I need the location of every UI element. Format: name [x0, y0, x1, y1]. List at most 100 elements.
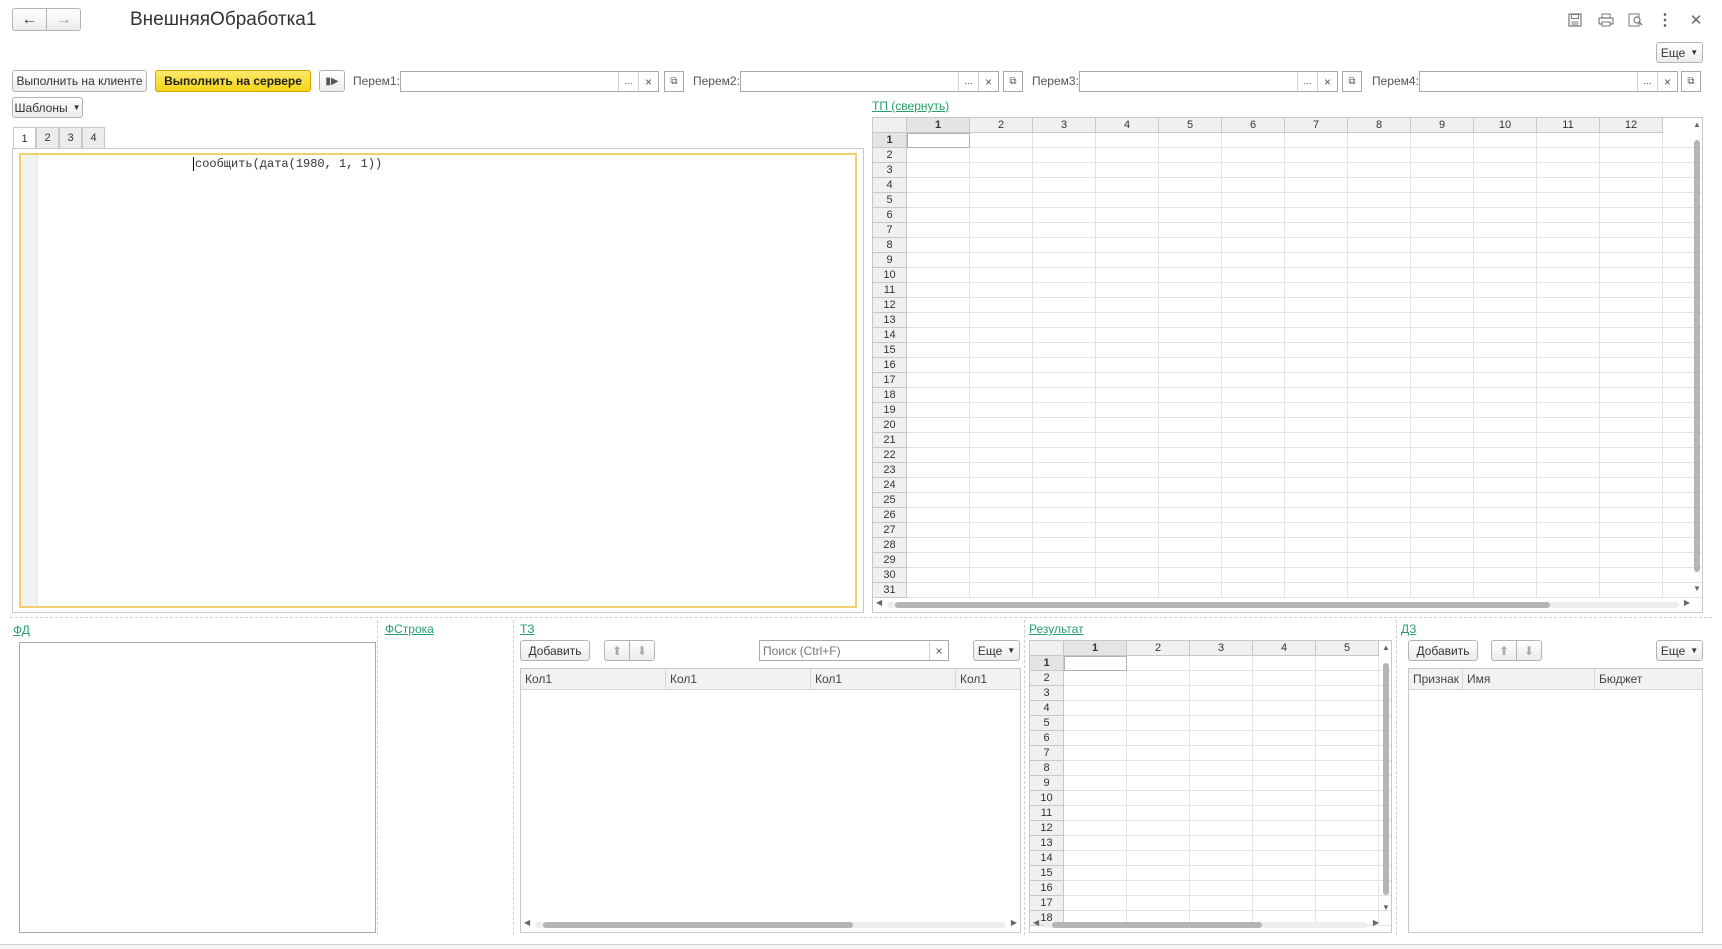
- grid-row-header[interactable]: 8: [873, 238, 907, 253]
- tz-col-header[interactable]: Кол1: [666, 669, 811, 689]
- var4-field[interactable]: ... ×: [1419, 71, 1678, 92]
- grid-row-header[interactable]: 9: [873, 253, 907, 268]
- run-step-button[interactable]: ▮▶: [319, 70, 345, 92]
- var2-input[interactable]: [741, 72, 958, 91]
- dz-col-header[interactable]: Признак: [1409, 669, 1463, 689]
- scroll-down-icon[interactable]: ▼: [1693, 584, 1701, 593]
- tp-hscroll-thumb[interactable]: [895, 602, 1550, 608]
- grid-row-header[interactable]: 21: [873, 433, 907, 448]
- grid-row-header[interactable]: 16: [1030, 881, 1064, 896]
- grid-row-header[interactable]: 3: [1030, 686, 1064, 701]
- tz-move-up-button[interactable]: ⬆: [604, 640, 630, 661]
- grid-col-header[interactable]: 2: [1127, 641, 1190, 656]
- grid-row-header[interactable]: 13: [1030, 836, 1064, 851]
- active-cell[interactable]: [907, 133, 970, 148]
- grid-col-header[interactable]: 3: [1033, 118, 1096, 133]
- scroll-down-icon[interactable]: ▼: [1382, 903, 1390, 912]
- grid-row-header[interactable]: 22: [873, 448, 907, 463]
- var4-select-button[interactable]: ...: [1637, 72, 1657, 91]
- fd-link[interactable]: ФД: [13, 623, 30, 637]
- tp-collapse-link[interactable]: ТП (свернуть): [872, 99, 949, 113]
- grid-col-header[interactable]: 5: [1159, 118, 1222, 133]
- dz-col-header[interactable]: Имя: [1463, 669, 1595, 689]
- var2-clear-button[interactable]: ×: [978, 72, 998, 91]
- forward-button[interactable]: →: [46, 8, 81, 31]
- tz-link[interactable]: ТЗ: [520, 622, 534, 636]
- grid-col-header[interactable]: 2: [970, 118, 1033, 133]
- dz-more-button[interactable]: Еще ▼: [1656, 640, 1703, 661]
- grid-row-header[interactable]: 5: [1030, 716, 1064, 731]
- grid-row-header[interactable]: 15: [873, 343, 907, 358]
- grid-row-header[interactable]: 17: [1030, 896, 1064, 911]
- dz-col-header[interactable]: Бюджет: [1595, 669, 1702, 689]
- grid-row-header[interactable]: 1: [1030, 656, 1064, 671]
- var2-field[interactable]: ... ×: [740, 71, 999, 92]
- scroll-right-icon[interactable]: ▶: [1684, 598, 1690, 607]
- window-more-button[interactable]: Еще ▼: [1656, 42, 1703, 63]
- grid-row-header[interactable]: 14: [1030, 851, 1064, 866]
- tp-hscroll[interactable]: ◀ ▶: [873, 598, 1693, 610]
- var1-field[interactable]: ... ×: [400, 71, 659, 92]
- grid-col-header[interactable]: 10: [1474, 118, 1537, 133]
- tz-more-button[interactable]: Еще ▼: [973, 640, 1020, 661]
- grid-row-header[interactable]: 25: [873, 493, 907, 508]
- tz-col-header[interactable]: Кол1: [956, 669, 1020, 689]
- grid-row-header[interactable]: 6: [1030, 731, 1064, 746]
- scroll-up-icon[interactable]: ▲: [1382, 643, 1390, 652]
- tz-add-button[interactable]: Добавить: [520, 640, 590, 661]
- grid-row-header[interactable]: 7: [873, 223, 907, 238]
- grid-row-header[interactable]: 2: [873, 148, 907, 163]
- grid-col-header[interactable]: 8: [1348, 118, 1411, 133]
- tab-3[interactable]: 3: [59, 127, 82, 148]
- grid-row-header[interactable]: 11: [873, 283, 907, 298]
- active-cell[interactable]: [1064, 656, 1127, 671]
- scroll-left-icon[interactable]: ◀: [1033, 918, 1039, 927]
- save-icon[interactable]: [1564, 9, 1586, 31]
- grid-row-header[interactable]: 6: [873, 208, 907, 223]
- grid-row-header[interactable]: 20: [873, 418, 907, 433]
- var1-input[interactable]: [401, 72, 618, 91]
- tab-2[interactable]: 2: [36, 127, 59, 148]
- tp-vscroll[interactable]: ▲ ▼: [1691, 118, 1702, 598]
- dz-add-button[interactable]: Добавить: [1408, 640, 1478, 661]
- var4-clear-button[interactable]: ×: [1657, 72, 1677, 91]
- tz-search-field[interactable]: ×: [759, 640, 949, 661]
- dz-move-down-button[interactable]: ⬇: [1516, 640, 1542, 661]
- result-vscroll-thumb[interactable]: [1383, 663, 1389, 895]
- fd-panel[interactable]: [19, 642, 376, 933]
- grid-col-header[interactable]: 4: [1253, 641, 1316, 656]
- grid-row-header[interactable]: 7: [1030, 746, 1064, 761]
- fstroka-link[interactable]: ФСтрока: [385, 622, 434, 636]
- grid-row-header[interactable]: 17: [873, 373, 907, 388]
- grid-row-header[interactable]: 1: [873, 133, 907, 148]
- grid-row-header[interactable]: 18: [873, 388, 907, 403]
- tz-hscroll-thumb[interactable]: [543, 922, 853, 928]
- scroll-right-icon[interactable]: ▶: [1373, 918, 1379, 927]
- grid-col-header[interactable]: 5: [1316, 641, 1379, 656]
- grid-row-header[interactable]: 28: [873, 538, 907, 553]
- var2-select-button[interactable]: ...: [958, 72, 978, 91]
- grid-col-header[interactable]: 11: [1537, 118, 1600, 133]
- grid-col-header[interactable]: 12: [1600, 118, 1663, 133]
- var1-clear-button[interactable]: ×: [638, 72, 658, 91]
- tab-4[interactable]: 4: [82, 127, 105, 148]
- grid-row-header[interactable]: 19: [873, 403, 907, 418]
- tz-table[interactable]: Кол1 Кол1 Кол1 Кол1 ◀ ▶: [520, 668, 1021, 933]
- grid-col-header[interactable]: 4: [1096, 118, 1159, 133]
- var3-open-button[interactable]: ⧉: [1342, 71, 1362, 92]
- grid-row-header[interactable]: 31: [873, 583, 907, 598]
- grid-row-header[interactable]: 12: [1030, 821, 1064, 836]
- grid-row-header[interactable]: 4: [1030, 701, 1064, 716]
- grid-row-header[interactable]: 9: [1030, 776, 1064, 791]
- dz-move-up-button[interactable]: ⬆: [1491, 640, 1517, 661]
- var3-select-button[interactable]: ...: [1297, 72, 1317, 91]
- run-server-button[interactable]: Выполнить на сервере: [155, 70, 311, 92]
- grid-col-header[interactable]: 7: [1285, 118, 1348, 133]
- grid-row-header[interactable]: 13: [873, 313, 907, 328]
- preview-icon[interactable]: [1625, 9, 1647, 31]
- grid-row-header[interactable]: 12: [873, 298, 907, 313]
- result-vscroll[interactable]: ▲ ▼: [1380, 641, 1391, 916]
- scroll-right-icon[interactable]: ▶: [1011, 918, 1017, 927]
- grid-row-header[interactable]: 14: [873, 328, 907, 343]
- scroll-up-icon[interactable]: ▲: [1693, 120, 1701, 129]
